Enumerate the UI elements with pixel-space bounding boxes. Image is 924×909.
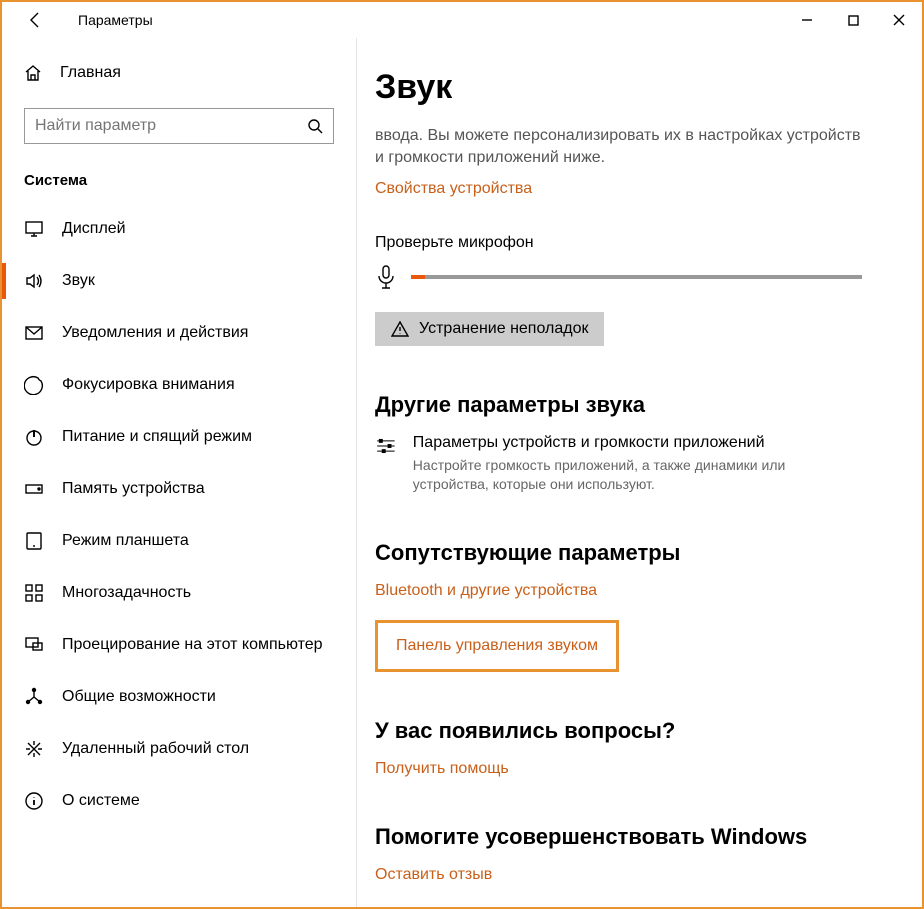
maximize-button[interactable] <box>830 2 876 38</box>
power-icon <box>24 427 44 447</box>
sidebar-item-notifications[interactable]: Уведомления и действия <box>2 307 356 359</box>
search-icon <box>307 118 323 134</box>
close-button[interactable] <box>876 2 922 38</box>
search-input[interactable] <box>35 117 307 135</box>
sidebar-item-label: Многозадачность <box>62 584 191 602</box>
app-volume-title: Параметры устройств и громкости приложен… <box>413 434 862 452</box>
focus-icon <box>24 375 44 395</box>
related-heading: Сопутствующие параметры <box>375 540 862 566</box>
home-label: Главная <box>60 64 121 82</box>
about-icon <box>24 791 44 811</box>
get-help-link[interactable]: Получить помощь <box>375 760 862 778</box>
sliders-icon <box>375 434 397 458</box>
warning-icon <box>391 320 409 338</box>
app-volume-link[interactable]: Параметры устройств и громкости приложен… <box>375 434 862 494</box>
sidebar-item-shared[interactable]: Общие возможности <box>2 671 356 723</box>
maximize-icon <box>848 15 859 26</box>
sidebar-item-storage[interactable]: Память устройства <box>2 463 356 515</box>
tablet-icon <box>24 531 44 551</box>
sidebar-category-label: Система <box>24 172 356 189</box>
titlebar: Параметры <box>2 2 922 38</box>
content-area: Звук ввода. Вы можете персонализировать … <box>357 38 922 907</box>
device-properties-link[interactable]: Свойства устройства <box>375 180 862 198</box>
sidebar-item-multitasking[interactable]: Многозадачность <box>2 567 356 619</box>
feedback-link[interactable]: Оставить отзыв <box>375 866 862 884</box>
sidebar-item-label: Удаленный рабочий стол <box>62 740 249 758</box>
sidebar-item-label: Уведомления и действия <box>62 324 248 342</box>
window-title: Параметры <box>78 12 153 28</box>
shared-icon <box>24 687 44 707</box>
sidebar-item-projecting[interactable]: Проецирование на этот компьютер <box>2 619 356 671</box>
mic-check-label: Проверьте микрофон <box>375 234 862 252</box>
sidebar-item-label: Звук <box>62 272 95 290</box>
sidebar-item-label: Дисплей <box>62 220 126 238</box>
minimize-icon <box>801 14 813 26</box>
help-heading: У вас появились вопросы? <box>375 718 862 744</box>
page-title: Звук <box>375 68 862 107</box>
multitasking-icon <box>24 583 44 603</box>
projecting-icon <box>24 635 44 655</box>
intro-text: ввода. Вы можете персонализировать их в … <box>375 125 862 170</box>
close-icon <box>893 14 905 26</box>
sidebar: Главная Система Дисплей Звук Уведомления… <box>2 38 357 907</box>
app-volume-desc: Настройте громкость приложений, а также … <box>413 456 862 494</box>
sidebar-item-sound[interactable]: Звук <box>2 255 356 307</box>
back-button[interactable] <box>20 5 50 35</box>
display-icon <box>24 219 44 239</box>
sidebar-item-label: Питание и спящий режим <box>62 428 252 446</box>
troubleshoot-button[interactable]: Устранение неполадок <box>375 312 604 346</box>
sound-icon <box>24 271 44 291</box>
sound-control-panel-link[interactable]: Панель управления звуком <box>396 637 598 654</box>
other-options-heading: Другие параметры звука <box>375 392 862 418</box>
sidebar-item-label: Память устройства <box>62 480 205 498</box>
sidebar-item-about[interactable]: О системе <box>2 775 356 827</box>
sidebar-item-focus[interactable]: Фокусировка внимания <box>2 359 356 411</box>
highlight-box: Панель управления звуком <box>375 620 619 672</box>
sidebar-item-label: О системе <box>62 792 140 810</box>
storage-icon <box>24 479 44 499</box>
arrow-left-icon <box>26 11 44 29</box>
mic-level-bar <box>411 275 862 279</box>
remote-icon <box>24 739 44 759</box>
troubleshoot-label: Устранение неполадок <box>419 320 588 338</box>
window-controls <box>784 2 922 38</box>
minimize-button[interactable] <box>784 2 830 38</box>
home-button[interactable]: Главная <box>2 58 356 88</box>
sidebar-item-label: Проецирование на этот компьютер <box>62 636 323 654</box>
feedback-heading: Помогите усовершенствовать Windows <box>375 824 862 850</box>
bluetooth-link[interactable]: Bluetooth и другие устройства <box>375 582 862 600</box>
sidebar-item-remote[interactable]: Удаленный рабочий стол <box>2 723 356 775</box>
search-box[interactable] <box>24 108 334 144</box>
sidebar-item-power[interactable]: Питание и спящий режим <box>2 411 356 463</box>
sidebar-item-label: Фокусировка внимания <box>62 376 235 394</box>
microphone-icon <box>375 264 397 290</box>
sidebar-item-display[interactable]: Дисплей <box>2 203 356 255</box>
notifications-icon <box>24 323 44 343</box>
sidebar-item-tablet[interactable]: Режим планшета <box>2 515 356 567</box>
sidebar-item-label: Общие возможности <box>62 688 216 706</box>
sidebar-item-label: Режим планшета <box>62 532 189 550</box>
home-icon <box>24 64 42 82</box>
